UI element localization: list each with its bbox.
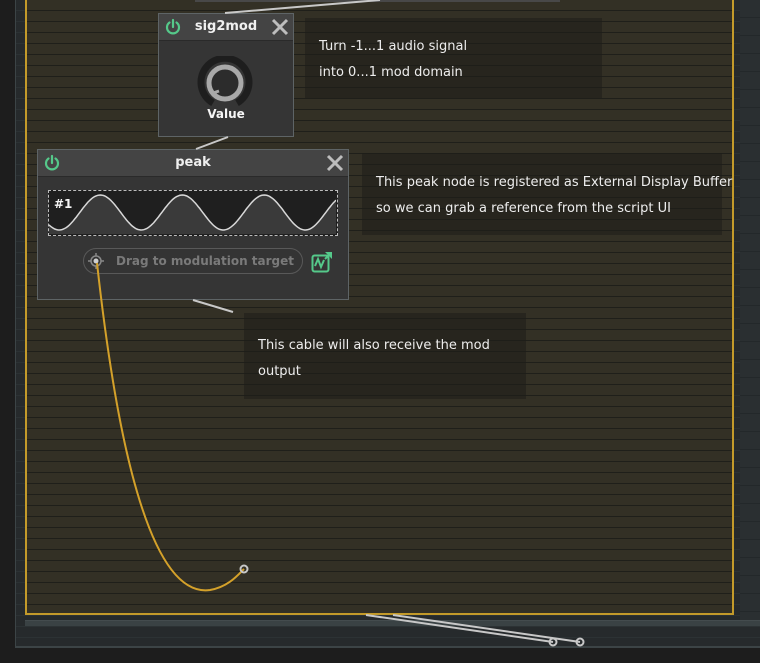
comment-cable[interactable]: This cable will also receive the mod out… bbox=[244, 313, 526, 399]
node-header[interactable]: peak bbox=[38, 150, 348, 176]
side-panel-strip bbox=[740, 0, 760, 620]
comment-line: This peak node is registered as External… bbox=[376, 175, 733, 190]
display-id-label: #1 bbox=[54, 197, 73, 211]
comment-line: This cable will also receive the mod bbox=[258, 338, 490, 353]
node-body: #1 Drag to modulation target bbox=[38, 176, 348, 299]
peak-display-buffer: #1 bbox=[48, 190, 338, 236]
comment-peak[interactable]: This peak node is registered as External… bbox=[362, 153, 733, 235]
container-divider bbox=[25, 620, 760, 626]
node-header[interactable]: sig2mod bbox=[159, 14, 293, 40]
waveform bbox=[49, 194, 336, 234]
modulation-output-icon[interactable] bbox=[311, 251, 333, 273]
knob-icon[interactable] bbox=[197, 56, 253, 112]
comment-line: Turn -1...1 audio signal bbox=[319, 39, 468, 54]
knob-label: Value bbox=[207, 107, 245, 121]
drag-label: Drag to modulation target bbox=[116, 254, 295, 268]
drag-to-modulation-target[interactable]: Drag to modulation target bbox=[83, 248, 303, 274]
comment-line: into 0...1 mod domain bbox=[319, 65, 463, 80]
comment-line: output bbox=[258, 364, 301, 379]
close-icon[interactable] bbox=[326, 154, 344, 172]
node-title: peak bbox=[175, 155, 211, 170]
comment-line: so we can grab a reference from the scri… bbox=[376, 201, 671, 216]
comment-sig2mod[interactable]: Turn -1...1 audio signal into 0...1 mod … bbox=[305, 18, 602, 98]
upper-node-edge bbox=[195, 0, 560, 2]
peak-node[interactable]: peak #1 Drag to modulation target bbox=[37, 149, 349, 300]
sig2mod-node[interactable]: sig2mod Value bbox=[158, 13, 294, 137]
crosshair-icon[interactable] bbox=[87, 252, 105, 270]
node-body: Value bbox=[159, 40, 293, 136]
close-icon[interactable] bbox=[271, 18, 289, 36]
